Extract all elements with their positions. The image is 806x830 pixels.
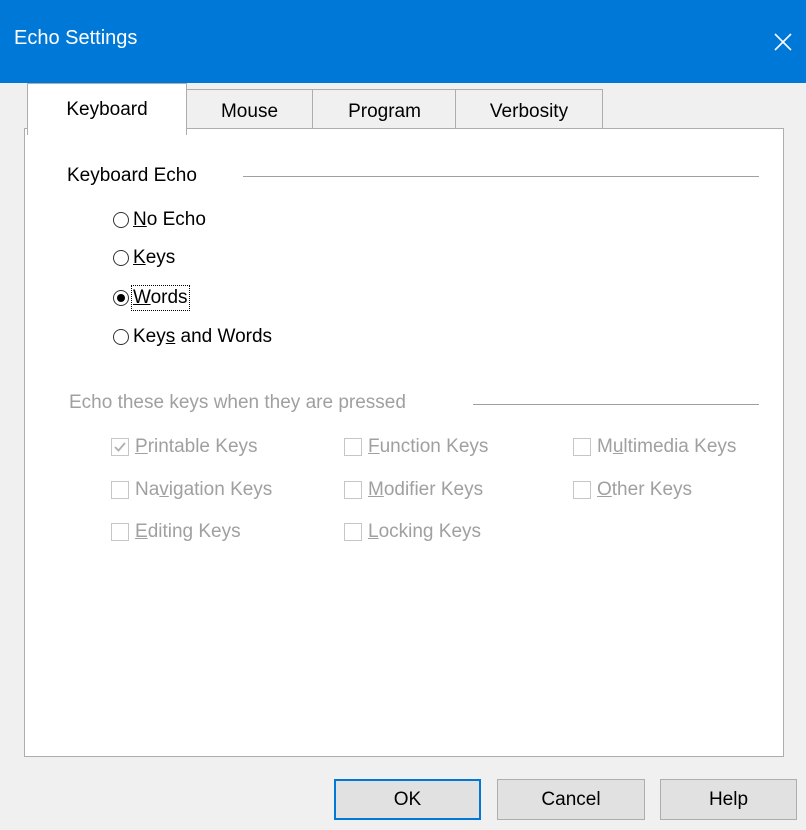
checkbox-box[interactable]	[344, 523, 362, 541]
checkbox-modifier-keys[interactable]: Modifier Keys	[344, 479, 483, 501]
radio-label: Keys and Words	[133, 326, 273, 347]
tab-keyboard-label: Keyboard	[66, 98, 148, 120]
checkbox-navigation-keys[interactable]: Navigation Keys	[111, 479, 272, 501]
close-icon	[774, 32, 792, 51]
close-button[interactable]	[760, 0, 806, 83]
checkbox-multimedia-keys[interactable]: Multimedia Keys	[573, 436, 736, 458]
radio-no-echo[interactable]: No Echo	[113, 209, 206, 231]
checkbox-label: Multimedia Keys	[597, 436, 737, 457]
checkbox-other-keys[interactable]: Other Keys	[573, 479, 692, 501]
tab-mouse-label: Mouse	[220, 101, 279, 122]
checkbox-function-keys[interactable]: Function Keys	[344, 436, 488, 458]
radio-label: Keys	[133, 247, 176, 268]
help-button-label: Help	[708, 788, 749, 810]
checkbox-label: Other Keys	[597, 479, 693, 500]
tab-verbosity-label: Verbosity	[489, 101, 569, 122]
window-title: Echo Settings	[14, 27, 138, 49]
keyboard-tab-panel: Keyboard Echo No Echo Keys Words Keys an…	[24, 128, 784, 757]
checkbox-box[interactable]	[111, 523, 129, 541]
radio-keys[interactable]: Keys	[113, 247, 175, 269]
checkbox-box[interactable]	[573, 438, 591, 456]
checkbox-box[interactable]	[111, 438, 129, 456]
radio-circle-selected[interactable]	[113, 290, 129, 306]
cancel-button[interactable]: Cancel	[497, 779, 645, 820]
radio-circle[interactable]	[113, 250, 129, 266]
tab-keyboard[interactable]: Keyboard	[27, 83, 187, 135]
tab-program-label: Program	[348, 101, 421, 122]
radio-words[interactable]: Words	[113, 285, 190, 311]
checkbox-label: Modifier Keys	[368, 479, 484, 500]
checkbox-label: Function Keys	[368, 436, 489, 457]
keyboard-echo-divider	[243, 176, 759, 177]
echo-keys-title: Echo these keys when they are pressed	[69, 392, 406, 414]
checkbox-box[interactable]	[111, 481, 129, 499]
radio-dot	[117, 294, 125, 302]
checkbox-label: Printable Keys	[135, 436, 258, 457]
check-icon	[114, 442, 126, 452]
ok-button-label: OK	[393, 788, 422, 810]
checkbox-locking-keys[interactable]: Locking Keys	[344, 521, 481, 543]
checkbox-printable-keys[interactable]: Printable Keys	[111, 436, 258, 458]
checkbox-label: Editing Keys	[135, 521, 241, 542]
checkbox-box[interactable]	[573, 481, 591, 499]
checkbox-label: Navigation Keys	[135, 479, 273, 500]
checkbox-box[interactable]	[344, 438, 362, 456]
cancel-button-label: Cancel	[541, 788, 601, 810]
title-bar: Echo Settings	[0, 0, 806, 83]
radio-keys-and-words[interactable]: Keys and Words	[113, 326, 272, 348]
checkbox-editing-keys[interactable]: Editing Keys	[111, 521, 241, 543]
help-button[interactable]: Help	[660, 779, 797, 820]
radio-circle[interactable]	[113, 212, 129, 228]
checkbox-label: Locking Keys	[368, 521, 482, 542]
ok-button[interactable]: OK	[334, 779, 481, 820]
keyboard-echo-title: Keyboard Echo	[67, 165, 197, 187]
echo-keys-divider	[473, 404, 759, 405]
radio-label: Words	[131, 285, 190, 311]
radio-circle[interactable]	[113, 329, 129, 345]
radio-label: No Echo	[133, 209, 206, 230]
checkbox-box[interactable]	[344, 481, 362, 499]
